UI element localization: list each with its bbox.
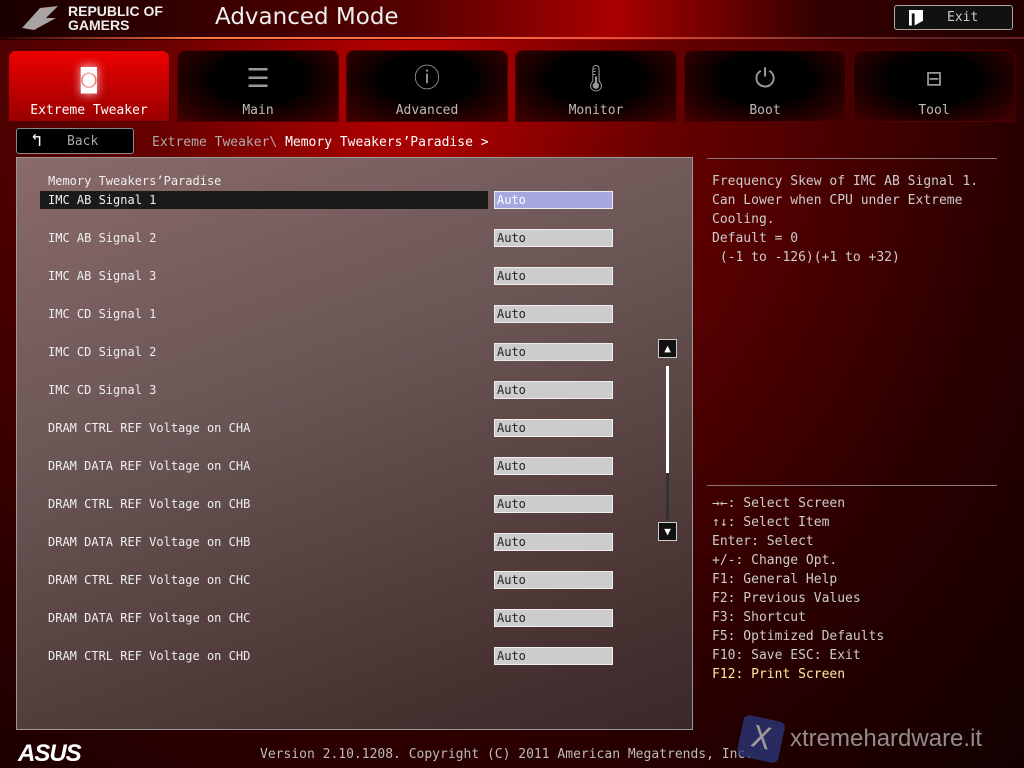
breadcrumb-current: Memory Tweakers’Paradise > <box>285 135 489 150</box>
setting-value[interactable]: Auto <box>494 419 613 437</box>
key-hint: F2: Previous Values <box>712 591 861 606</box>
key-hint: F1: General Help <box>712 572 838 587</box>
tab-label: Extreme Tweaker <box>30 103 148 118</box>
setting-value[interactable]: Auto <box>494 267 613 285</box>
setting-row[interactable]: IMC AB Signal 3 <box>40 267 488 285</box>
toolbox-icon: ⊟ <box>926 64 942 94</box>
version-text: Version 2.10.1208. Copyright (C) 2011 Am… <box>260 747 754 762</box>
tab-boot[interactable]: ⏻ Boot <box>684 50 846 122</box>
breadcrumb: Extreme Tweaker\ Memory Tweakers’Paradis… <box>152 135 489 150</box>
header-divider <box>0 37 1024 39</box>
setting-row[interactable]: DRAM CTRL REF Voltage on CHC <box>40 571 488 589</box>
key-hint: F10: Save ESC: Exit <box>712 648 861 663</box>
asus-logo: ASUS <box>18 740 82 767</box>
tab-label: Tool <box>918 103 950 118</box>
exit-door-icon <box>909 9 923 26</box>
page-title: Advanced Mode <box>215 4 399 30</box>
list-icon: ☰ <box>246 64 270 94</box>
setting-row[interactable]: DRAM DATA REF Voltage on CHC <box>40 609 488 627</box>
rog-logo: REPUBLIC OF GAMERS <box>20 4 163 32</box>
setting-row[interactable]: DRAM CTRL REF Voltage on CHB <box>40 495 488 513</box>
tab-advanced[interactable]: ⓘ Advanced <box>346 50 508 122</box>
scrollbar-thumb[interactable] <box>666 366 669 473</box>
setting-row[interactable]: IMC CD Signal 2 <box>40 343 488 361</box>
watermark-text: xtremehardware.it <box>790 725 983 752</box>
tab-label: Main <box>242 103 274 118</box>
setting-row[interactable]: DRAM DATA REF Voltage on CHA <box>40 457 488 475</box>
scroll-down-button[interactable]: ▼ <box>658 522 677 541</box>
thermometer-icon: 🌡 <box>579 64 613 94</box>
watermark-x-icon: X <box>736 714 786 764</box>
back-label: Back <box>67 133 99 149</box>
key-hint: F3: Shortcut <box>712 610 806 625</box>
setting-row[interactable]: DRAM CTRL REF Voltage on CHD <box>40 647 488 665</box>
setting-row[interactable]: IMC AB Signal 2 <box>40 229 488 247</box>
exit-label: Exit <box>947 10 979 25</box>
power-icon: ⏻ <box>754 64 776 94</box>
tab-label: Boot <box>749 103 781 118</box>
watermark: Xxtremehardware.it <box>736 714 983 764</box>
setting-value[interactable]: Auto <box>494 229 613 247</box>
logo-line-1: REPUBLIC OF <box>68 3 163 19</box>
setting-value[interactable]: Auto <box>494 571 613 589</box>
tweaker-icon: ◙ <box>81 64 97 94</box>
tab-main[interactable]: ☰ Main <box>177 50 339 122</box>
scroll-up-button[interactable]: ▲ <box>658 339 677 358</box>
setting-row[interactable]: DRAM CTRL REF Voltage on CHA <box>40 419 488 437</box>
setting-value[interactable]: Auto <box>494 609 613 627</box>
key-hint: ↑↓: Select Item <box>712 515 830 530</box>
setting-value[interactable]: Auto <box>494 191 613 209</box>
setting-row[interactable]: IMC CD Signal 3 <box>40 381 488 399</box>
help-text: Frequency Skew of IMC AB Signal 1. Can L… <box>712 174 979 265</box>
rog-eye-icon <box>22 6 58 30</box>
tab-label: Advanced <box>395 103 459 118</box>
setting-value[interactable]: Auto <box>494 381 613 399</box>
exit-button[interactable]: Exit <box>894 5 1013 30</box>
setting-row[interactable]: IMC CD Signal 1 <box>40 305 488 323</box>
key-hint: F5: Optimized Defaults <box>712 629 885 644</box>
key-hint: →←: Select Screen <box>712 496 846 511</box>
help-divider-bottom <box>707 485 997 486</box>
key-hint: +/-: Change Opt. <box>712 553 838 568</box>
help-divider-top <box>707 158 997 159</box>
setting-row[interactable]: IMC AB Signal 1 <box>40 191 488 209</box>
tab-tool[interactable]: ⊟ Tool <box>853 50 1015 122</box>
logo-line-2: GAMERS <box>68 17 130 33</box>
setting-value[interactable]: Auto <box>494 457 613 475</box>
section-title: Memory Tweakers’Paradise <box>48 174 222 188</box>
breadcrumb-parent[interactable]: Extreme Tweaker\ <box>152 135 277 150</box>
key-hint: F12: Print Screen <box>712 667 846 682</box>
setting-value[interactable]: Auto <box>494 495 613 513</box>
key-legend: →←: Select Screen ↑↓: Select Item Enter: S… <box>712 494 884 684</box>
setting-value[interactable]: Auto <box>494 305 613 323</box>
tab-monitor[interactable]: 🌡 Monitor <box>515 50 677 122</box>
key-hint: Enter: Select <box>712 534 814 549</box>
back-arrow-icon: ↰ <box>31 130 42 151</box>
advanced-info-icon: ⓘ <box>413 64 440 94</box>
tab-label: Monitor <box>568 103 624 118</box>
setting-value[interactable]: Auto <box>494 533 613 551</box>
back-button[interactable]: ↰ Back <box>16 128 134 154</box>
settings-panel: Memory Tweakers’Paradise IMC AB Signal 1… <box>16 157 693 730</box>
setting-row[interactable]: DRAM DATA REF Voltage on CHB <box>40 533 488 551</box>
setting-value[interactable]: Auto <box>494 647 613 665</box>
tab-extreme-tweaker[interactable]: ◙ Extreme Tweaker <box>8 50 170 122</box>
setting-value[interactable]: Auto <box>494 343 613 361</box>
